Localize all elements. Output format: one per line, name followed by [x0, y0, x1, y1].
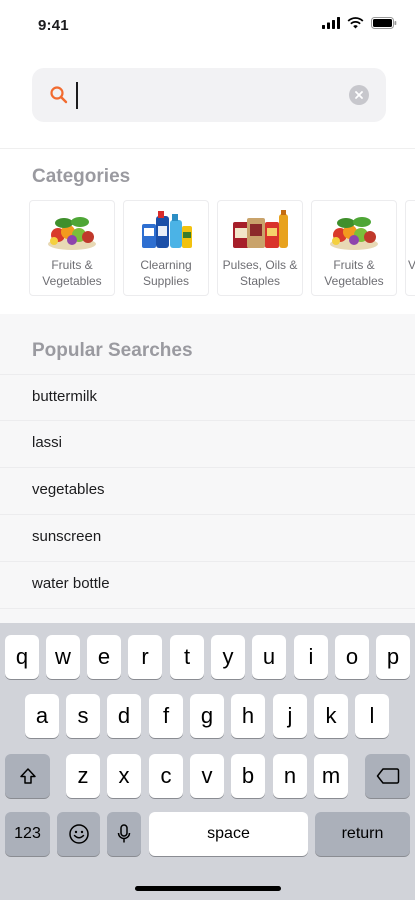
shift-key[interactable] [5, 754, 50, 798]
cellular-signal-icon [322, 17, 340, 29]
battery-icon [371, 17, 397, 29]
category-card-partial[interactable]: V [405, 200, 415, 296]
key-l[interactable]: l [355, 694, 389, 738]
close-icon [355, 91, 363, 99]
key-y[interactable]: y [211, 635, 245, 679]
key-x[interactable]: x [107, 754, 141, 798]
fruits-vegetables-image [330, 217, 378, 250]
category-label: Pulses, Oils & Staples [222, 258, 298, 288]
cleaning-supplies-image [142, 211, 192, 248]
status-bar: 9:41 [0, 0, 415, 52]
key-k[interactable]: k [314, 694, 348, 738]
space-key[interactable]: space [149, 812, 308, 856]
clear-search-icon[interactable] [349, 85, 369, 105]
key-g[interactable]: g [190, 694, 224, 738]
delete-key[interactable] [365, 754, 410, 798]
category-label: V [408, 258, 415, 272]
key-q[interactable]: q [5, 635, 39, 679]
dictation-key[interactable] [107, 812, 141, 856]
home-indicator [135, 886, 281, 891]
key-r[interactable]: r [128, 635, 162, 679]
pulses-oils-staples-image [233, 210, 288, 248]
key-b[interactable]: b [231, 754, 265, 798]
popular-search-item[interactable]: sunscreen [0, 515, 415, 562]
category-card-fruits-vegetables[interactable]: Fruits & Vegetables [29, 200, 115, 296]
emoji-key[interactable] [57, 812, 100, 856]
keyboard: q w e r t y u i o p a s d f g h j k l z … [0, 623, 415, 900]
key-c[interactable]: c [149, 754, 183, 798]
key-w[interactable]: w [46, 635, 80, 679]
search-input[interactable] [76, 80, 326, 110]
key-t[interactable]: t [170, 635, 204, 679]
key-v[interactable]: v [190, 754, 224, 798]
popular-searches-title: Popular Searches [32, 340, 193, 361]
key-d[interactable]: d [107, 694, 141, 738]
categories-carousel[interactable]: Fruits & Vegetables Clearning Supplies P… [29, 200, 415, 296]
popular-search-item[interactable]: lassi [0, 421, 415, 468]
key-m[interactable]: m [314, 754, 348, 798]
divider [0, 148, 415, 149]
category-card-cleaning-supplies[interactable]: Clearning Supplies [123, 200, 209, 296]
popular-search-item[interactable]: buttermilk [0, 374, 415, 421]
search-icon [50, 86, 68, 104]
category-label: Fruits & Vegetables [42, 258, 102, 288]
category-card-fruits-vegetables-2[interactable]: Fruits & Vegetables [311, 200, 397, 296]
key-z[interactable]: z [66, 754, 100, 798]
popular-search-item[interactable]: vegetables [0, 468, 415, 515]
key-p[interactable]: p [376, 635, 410, 679]
emoji-icon [68, 824, 89, 844]
key-a[interactable]: a [25, 694, 59, 738]
key-i[interactable]: i [294, 635, 328, 679]
category-label: Clearning Supplies [140, 258, 192, 288]
key-f[interactable]: f [149, 694, 183, 738]
microphone-icon [117, 824, 131, 843]
key-e[interactable]: e [87, 635, 121, 679]
backspace-icon [376, 768, 399, 784]
status-icons [322, 17, 397, 29]
return-key[interactable]: return [315, 812, 410, 856]
category-card-pulses-oils-staples[interactable]: Pulses, Oils & Staples [217, 200, 303, 296]
status-time: 9:41 [38, 17, 69, 34]
key-j[interactable]: j [273, 694, 307, 738]
search-bar[interactable] [32, 68, 386, 122]
key-u[interactable]: u [252, 635, 286, 679]
fruits-vegetables-image [48, 217, 96, 250]
popular-search-item[interactable]: water bottle [0, 562, 415, 609]
key-n[interactable]: n [273, 754, 307, 798]
key-h[interactable]: h [231, 694, 265, 738]
key-o[interactable]: o [335, 635, 369, 679]
text-cursor [76, 82, 78, 109]
category-label: Fruits & Vegetables [324, 258, 384, 288]
key-s[interactable]: s [66, 694, 100, 738]
wifi-icon [347, 17, 364, 29]
shift-icon [19, 768, 36, 784]
numbers-key[interactable]: 123 [5, 812, 50, 856]
categories-title: Categories [32, 166, 131, 187]
popular-searches-list: buttermilk lassi vegetables sunscreen wa… [0, 374, 415, 609]
